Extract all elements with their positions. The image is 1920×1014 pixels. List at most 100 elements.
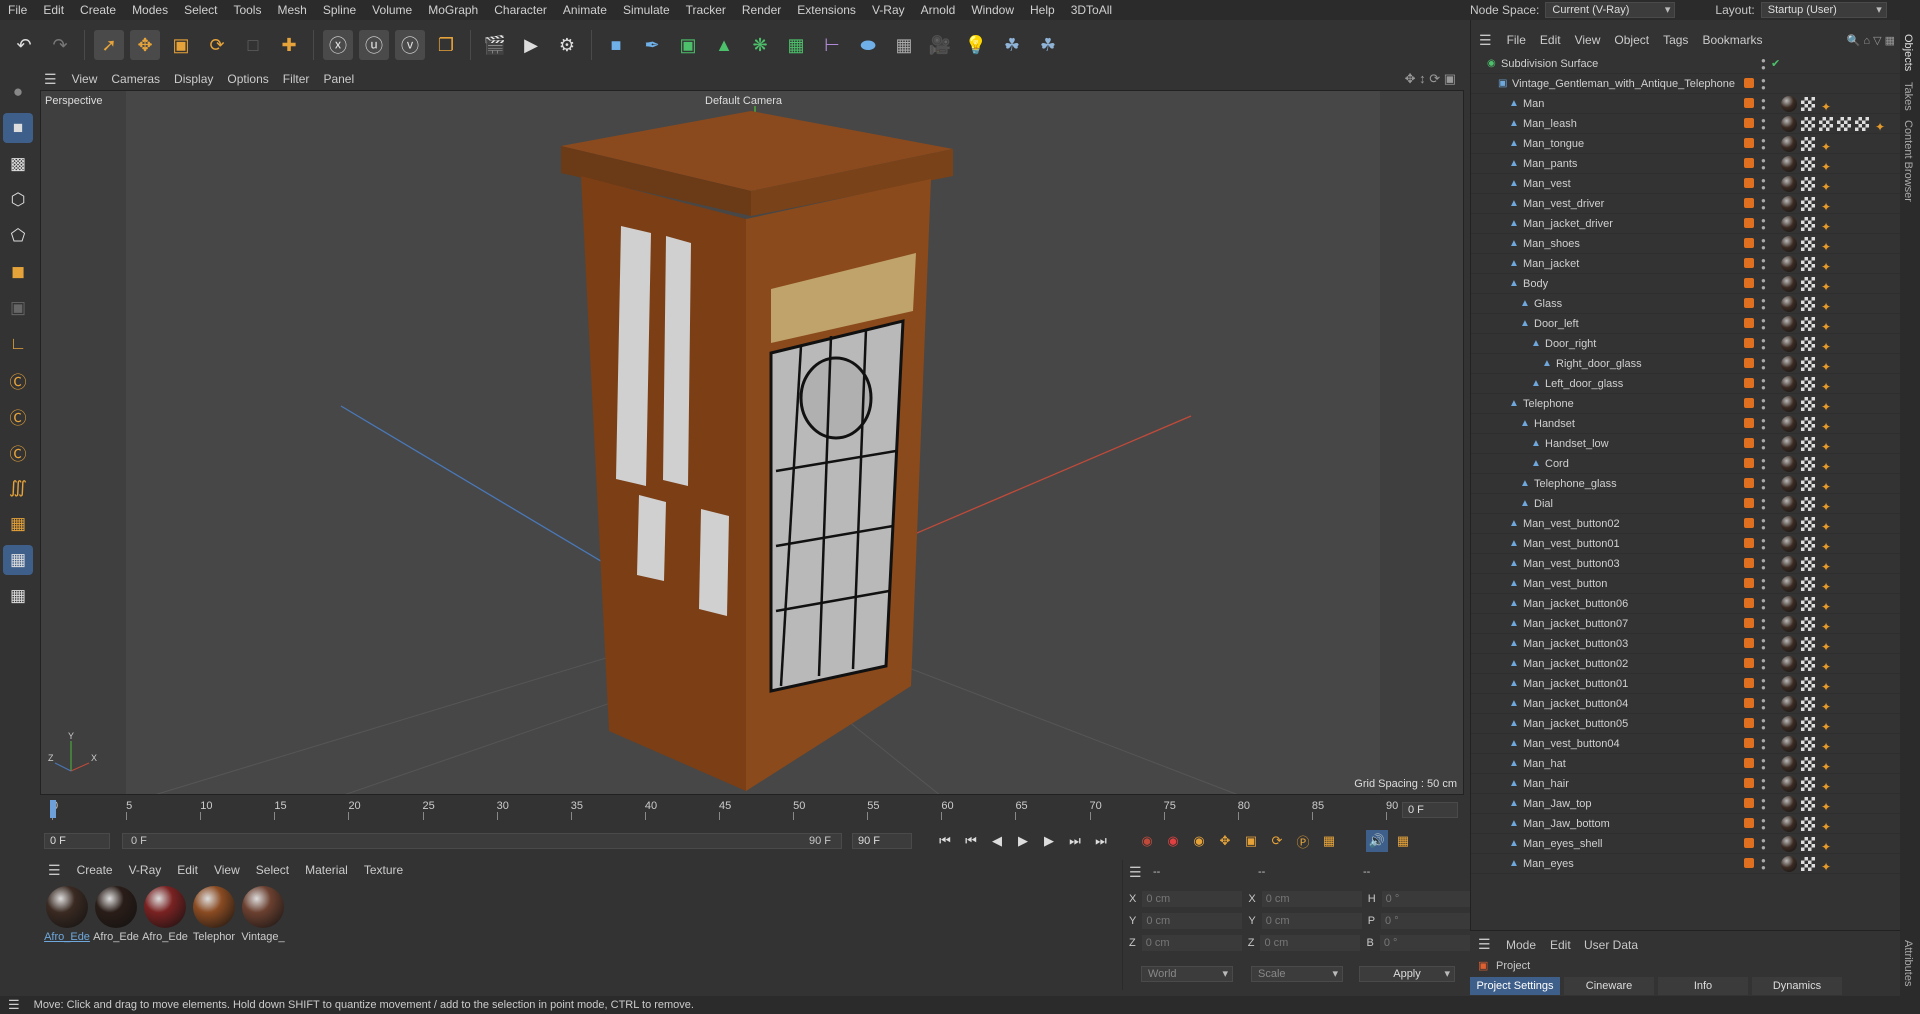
layer-color-tag[interactable] <box>1744 418 1754 428</box>
attr-menu-user-data[interactable]: User Data <box>1584 938 1638 952</box>
object-tree-row[interactable]: ▲ Man_jacket_button04 ● ● ✦ <box>1471 694 1901 714</box>
texture-tag-icon[interactable] <box>1801 617 1815 631</box>
object-name[interactable]: Man_Jaw_bottom <box>1523 814 1610 834</box>
material-tag-icon[interactable] <box>1781 196 1797 212</box>
texture-tag-icon[interactable] <box>1801 577 1815 591</box>
object-tree-row[interactable]: ▲ Man_tongue ● ● ✦ <box>1471 134 1901 154</box>
material-tag-icon[interactable] <box>1781 656 1797 672</box>
spline-pen-icon[interactable]: ✒ <box>637 30 667 60</box>
texture-tag-icon[interactable] <box>1801 557 1815 571</box>
texture-tag-icon[interactable] <box>1801 457 1815 471</box>
object-tree-row[interactable]: ▲ Man_jacket ● ● ✦ <box>1471 254 1901 274</box>
texture-tag-icon[interactable] <box>1801 357 1815 371</box>
coord-value-field[interactable]: 0 cm <box>1261 913 1362 929</box>
menu-select[interactable]: Select <box>176 0 225 20</box>
python-icon[interactable]: ☘ <box>997 30 1027 60</box>
visibility-dots[interactable]: ● ● <box>1761 777 1766 792</box>
object-name[interactable]: Glass <box>1534 294 1562 314</box>
material-name[interactable]: Afro_Ede <box>93 931 139 943</box>
object-tree-row[interactable]: ▲ Man_jacket_button01 ● ● ✦ <box>1471 674 1901 694</box>
object-tree-row[interactable]: ▲ Door_right ● ● ✦ <box>1471 334 1901 354</box>
layout-dropdown[interactable]: Startup (User) <box>1760 2 1887 18</box>
visibility-dots[interactable]: ● ● <box>1761 437 1766 452</box>
object-name[interactable]: Man_hat <box>1523 754 1566 774</box>
visibility-dots[interactable]: ● ● <box>1761 497 1766 512</box>
previous-key-icon[interactable]: ⏮ <box>960 830 982 852</box>
object-search-icon[interactable]: 🔍 ⌂ ▽ ▦ <box>1847 34 1901 47</box>
playhead-marker[interactable] <box>50 800 56 818</box>
current-frame-field[interactable]: 0 F <box>1402 802 1458 818</box>
python-script-icon[interactable]: ☘ <box>1033 30 1063 60</box>
material-tag-icon[interactable] <box>1781 136 1797 152</box>
texture-tag-icon[interactable] <box>1801 137 1815 151</box>
node-space-dropdown[interactable]: Current (V-Ray) <box>1545 2 1676 18</box>
visibility-dots[interactable]: ● ● <box>1761 857 1766 872</box>
layer-color-tag[interactable] <box>1744 218 1754 228</box>
object-tree-row[interactable]: ▲ Man_vest_button02 ● ● ✦ <box>1471 514 1901 534</box>
object-tree-row[interactable]: ▲ Man_vest_button04 ● ● ✦ <box>1471 734 1901 754</box>
attr-menu-mode[interactable]: Mode <box>1506 938 1536 952</box>
material-tag-icon[interactable] <box>1781 736 1797 752</box>
layer-color-tag[interactable] <box>1744 258 1754 268</box>
y-axis-icon[interactable]: ⓤ <box>359 30 389 60</box>
texture-tag-icon[interactable] <box>1801 417 1815 431</box>
object-menu-bookmarks[interactable]: Bookmarks <box>1695 33 1769 47</box>
object-name[interactable]: Man_jacket_button05 <box>1523 714 1628 734</box>
texture-tag-icon[interactable] <box>1801 277 1815 291</box>
object-tree-row[interactable]: ▲ Man_leash ● ● ✦ <box>1471 114 1901 134</box>
material-tag-icon[interactable] <box>1781 476 1797 492</box>
visibility-dots[interactable]: ● ● <box>1761 177 1766 192</box>
object-name[interactable]: Man_tongue <box>1523 134 1584 154</box>
object-tree-row[interactable]: ▲ Door_left ● ● ✦ <box>1471 314 1901 334</box>
material-tag-icon[interactable] <box>1781 436 1797 452</box>
material-tag-icon[interactable] <box>1781 116 1797 132</box>
material-tag-icon[interactable] <box>1781 416 1797 432</box>
texture-tag-icon[interactable] <box>1855 117 1869 131</box>
visibility-dots[interactable]: ● ● <box>1761 477 1766 492</box>
layer-color-tag[interactable] <box>1744 438 1754 448</box>
object-menu-view[interactable]: View <box>1568 33 1608 47</box>
material-tag-icon[interactable] <box>1781 576 1797 592</box>
go-to-end-icon[interactable]: ⏭ <box>1090 830 1112 852</box>
status-menu-icon[interactable]: ☰ <box>0 997 28 1013</box>
material-menu-icon[interactable]: ☰ <box>40 862 69 879</box>
texture-tag-icon[interactable] <box>1801 657 1815 671</box>
material-tag-icon[interactable] <box>1781 516 1797 532</box>
3d-viewport[interactable]: Y X Z Perspective Default Camera Grid Spac… <box>40 90 1464 795</box>
menu-tracker[interactable]: Tracker <box>678 0 734 20</box>
object-tree-row[interactable]: ▲ Man_jacket_driver ● ● ✦ <box>1471 214 1901 234</box>
object-name[interactable]: Man_eyes <box>1523 854 1574 874</box>
snap-icon[interactable]: Ⓒ <box>3 365 33 395</box>
z-axis-icon[interactable]: ⓥ <box>395 30 425 60</box>
object-menu-tags[interactable]: Tags <box>1656 33 1695 47</box>
render-region-icon[interactable]: 🎬 <box>480 30 510 60</box>
object-tree-row[interactable]: ▲ Telephone_glass ● ● ✦ <box>1471 474 1901 494</box>
visibility-dots[interactable]: ● ● <box>1761 457 1766 472</box>
material-preview-ball[interactable] <box>242 886 284 928</box>
object-name[interactable]: Man_vest_button02 <box>1523 514 1620 534</box>
material-menu-texture[interactable]: Texture <box>356 863 411 877</box>
visibility-dots[interactable]: ● ● <box>1761 757 1766 772</box>
material-swatch[interactable]: Vintage_ <box>240 886 286 943</box>
keyframe-selection-icon[interactable]: ◉ <box>1188 830 1210 852</box>
object-tree-row[interactable]: ▲ Man_jacket_button06 ● ● ✦ <box>1471 594 1901 614</box>
locked-grid-icon[interactable]: ▦ <box>3 545 33 575</box>
layer-color-tag[interactable] <box>1744 178 1754 188</box>
material-name[interactable]: Telephor <box>191 931 237 943</box>
material-tag-icon[interactable] <box>1781 716 1797 732</box>
next-frame-icon[interactable]: ▶ <box>1038 830 1060 852</box>
coord-system-dropdown[interactable]: World <box>1141 966 1233 982</box>
layer-color-tag[interactable] <box>1744 278 1754 288</box>
viewport-camera-name[interactable]: Default Camera <box>705 95 782 107</box>
layer-color-tag[interactable] <box>1744 618 1754 628</box>
object-tree-row[interactable]: ▲ Man_vest_button ● ● ✦ <box>1471 574 1901 594</box>
layer-color-tag[interactable] <box>1744 138 1754 148</box>
object-name[interactable]: Man_jacket_button01 <box>1523 674 1628 694</box>
camera-icon[interactable]: 🎥 <box>925 30 955 60</box>
material-tag-icon[interactable] <box>1781 836 1797 852</box>
material-tag-icon[interactable] <box>1781 636 1797 652</box>
auto-key-icon[interactable]: ◉ <box>1162 830 1184 852</box>
object-name[interactable]: Left_door_glass <box>1545 374 1623 394</box>
coord-value-field[interactable]: 0 ° <box>1379 935 1480 951</box>
material-tag-icon[interactable] <box>1781 696 1797 712</box>
